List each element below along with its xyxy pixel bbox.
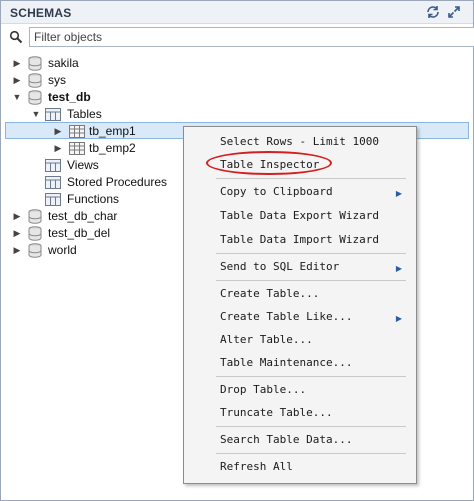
submenu-arrow-icon: ▶ [395, 189, 402, 198]
menu-separator [216, 426, 406, 427]
panel-title: SCHEMAS [10, 6, 72, 20]
tree-label: Functions [67, 192, 120, 206]
collapse-arrow-icon[interactable]: ▼ [12, 91, 22, 103]
schema-item-sys[interactable]: ▶ sys [1, 72, 201, 89]
table-item-tb-emp1[interactable]: ▶ tb_emp1 [1, 123, 201, 140]
collapse-arrow-icon[interactable]: ▼ [31, 108, 41, 120]
menu-item-search-table-data[interactable]: Search Table Data... [220, 431, 352, 449]
schema-item-test-db-char[interactable]: ▶ test_db_char [1, 208, 181, 225]
schema-item-world[interactable]: ▶ world [1, 242, 181, 259]
database-icon [28, 243, 42, 258]
schema-label: sakila [48, 56, 79, 70]
schema-item-test-db[interactable]: ▼ test_db [1, 89, 201, 106]
red-annotation-circle [206, 151, 332, 175]
menu-item-refresh-all[interactable]: Refresh All [220, 458, 293, 476]
search-icon [9, 30, 23, 44]
database-icon [28, 56, 42, 71]
table-item-tb-emp2[interactable]: ▶ tb_emp2 [1, 140, 201, 157]
menu-item-create-table-like[interactable]: Create Table Like... [220, 308, 352, 326]
context-menu: Select Rows - Limit 1000 Table Inspector… [183, 126, 417, 484]
tree-item-views[interactable]: Views [1, 157, 181, 174]
menu-item-label: Send to SQL Editor [220, 260, 340, 273]
expand-arrow-icon[interactable]: ▶ [12, 74, 22, 86]
panel-header: SCHEMAS [1, 1, 473, 24]
database-icon [28, 90, 42, 105]
schema-item-sakila[interactable]: ▶ sakila [1, 55, 201, 72]
menu-separator [216, 280, 406, 281]
table-icon [69, 125, 85, 138]
schema-item-test-db-del[interactable]: ▶ test_db_del [1, 225, 181, 242]
filter-row [1, 25, 474, 49]
schema-label: test_db_char [48, 209, 118, 223]
menu-separator [216, 253, 406, 254]
expand-arrow-icon[interactable]: ▶ [12, 227, 22, 239]
menu-item-export-wizard[interactable]: Table Data Export Wizard [220, 207, 379, 225]
tree-label: Views [67, 158, 99, 172]
expand-arrow-icon[interactable]: ▶ [12, 244, 22, 256]
menu-separator [216, 453, 406, 454]
tables-folder-icon [45, 108, 61, 121]
menu-separator [216, 376, 406, 377]
tree-item-stored-procedures[interactable]: Stored Procedures [1, 174, 181, 191]
menu-item-drop-table[interactable]: Drop Table... [220, 381, 306, 399]
table-icon [69, 142, 85, 155]
table-label: tb_emp2 [89, 141, 136, 155]
views-folder-icon [45, 159, 61, 172]
database-icon [28, 226, 42, 241]
expand-arrow-icon[interactable]: ▶ [53, 125, 63, 137]
expand-arrow-icon[interactable]: ▶ [12, 210, 22, 222]
submenu-arrow-icon: ▶ [395, 264, 402, 273]
tree-item-tables[interactable]: ▼ Tables [1, 106, 201, 123]
menu-item-label: Copy to Clipboard [220, 185, 333, 198]
refresh-icon[interactable] [426, 5, 440, 22]
schema-label: world [48, 243, 77, 257]
schemas-panel: SCHEMAS ▶ sakila ▶ sys ▼ test_db [0, 0, 474, 501]
menu-item-import-wizard[interactable]: Table Data Import Wizard [220, 231, 379, 249]
expand-arrow-icon[interactable]: ▶ [12, 57, 22, 69]
database-icon [28, 73, 42, 88]
schema-label: test_db_del [48, 226, 111, 240]
submenu-arrow-icon: ▶ [395, 314, 402, 323]
menu-item-truncate-table[interactable]: Truncate Table... [220, 404, 333, 422]
menu-separator [216, 178, 406, 179]
tree-item-functions[interactable]: Functions [1, 191, 181, 208]
tree-label: Stored Procedures [67, 175, 168, 189]
menu-item-send-to-sql-editor[interactable]: Send to SQL Editor [220, 258, 339, 276]
database-icon [28, 209, 42, 224]
tree-label: Tables [67, 107, 102, 121]
menu-item-alter-table[interactable]: Alter Table... [220, 331, 313, 349]
menu-item-create-table[interactable]: Create Table... [220, 285, 319, 303]
menu-item-label: Create Table Like... [220, 310, 353, 323]
menu-item-table-maintenance[interactable]: Table Maintenance... [220, 354, 352, 372]
menu-item-select-rows[interactable]: Select Rows - Limit 1000 [220, 133, 379, 151]
menu-item-copy-to-clipboard[interactable]: Copy to Clipboard [220, 183, 410, 201]
stored-procedures-folder-icon [45, 176, 61, 189]
table-label: tb_emp1 [89, 124, 136, 138]
schema-label: sys [48, 73, 66, 87]
filter-objects-input[interactable] [29, 27, 474, 47]
expand-arrow-icon[interactable]: ▶ [53, 142, 63, 154]
schema-label: test_db [48, 90, 91, 104]
expand-icon[interactable] [447, 5, 461, 22]
functions-folder-icon [45, 193, 61, 206]
